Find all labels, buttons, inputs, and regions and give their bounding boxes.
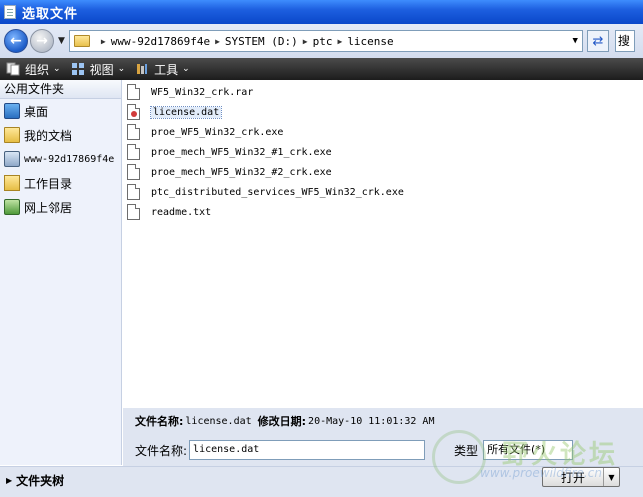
history-dropdown-icon[interactable]: ▼ <box>58 36 65 46</box>
address-bar: ← → ▼ ▶ www-92d17869f4e ▶ SYSTEM (D:) ▶ … <box>0 24 643 58</box>
type-label: 类型 <box>454 443 479 458</box>
organize-menu[interactable]: 组织 ⌄ <box>6 61 61 78</box>
file-icon <box>127 204 140 220</box>
back-button[interactable]: ← <box>4 29 28 53</box>
views-menu[interactable]: 视图 ⌄ <box>71 61 126 78</box>
file-name: license.dat <box>149 105 223 119</box>
bottom-bar: ▶ 文件夹树 打开 ▼ <box>0 466 643 497</box>
sidebar-item-network[interactable]: 网上邻居 <box>0 195 121 219</box>
file-row-selected[interactable]: license.dat <box>123 102 643 122</box>
file-name: proe_mech_WF5_Win32_#1_crk.exe <box>151 146 332 158</box>
tools-icon <box>137 64 148 74</box>
search-input[interactable]: 搜 <box>614 30 635 52</box>
breadcrumb-license[interactable]: license <box>347 35 393 48</box>
forward-arrow-icon: → <box>36 33 48 49</box>
chevron-right-icon[interactable]: ▶ <box>337 37 342 46</box>
info-filename-value: license.dat <box>185 415 252 427</box>
file-row[interactable]: proe_mech_WF5_Win32_#1_crk.exe <box>123 142 643 162</box>
open-options-dropdown-icon[interactable]: ▼ <box>603 468 619 486</box>
file-name: readme.txt <box>151 206 212 218</box>
sidebar-item-documents[interactable]: 我的文档 <box>0 123 121 147</box>
views-icon <box>71 63 84 75</box>
file-icon <box>127 124 140 140</box>
file-row[interactable]: proe_WF5_Win32_crk.exe <box>123 122 643 142</box>
breadcrumb-drive[interactable]: SYSTEM (D:) <box>225 35 298 48</box>
address-dropdown-icon[interactable]: ▼ <box>569 36 582 46</box>
license-file-icon <box>127 104 140 120</box>
file-icon <box>127 184 140 200</box>
chevron-right-icon[interactable]: ▶ <box>215 37 220 46</box>
back-arrow-icon: ← <box>10 33 22 49</box>
chevron-right-icon[interactable]: ▶ <box>303 37 308 46</box>
tools-menu[interactable]: 工具 ⌄ <box>135 61 190 78</box>
sidebar-item-label: 工作目录 <box>24 176 73 191</box>
organize-label: 组织 <box>25 62 50 77</box>
sidebar: 公用文件夹 桌面 我的文档 www-92d17869f4e 工作目录 网上邻居 <box>0 80 122 465</box>
sidebar-item-computer[interactable]: www-92d17869f4e <box>0 147 121 171</box>
file-icon <box>127 84 140 100</box>
file-name: WF5_Win32_crk.rar <box>151 86 254 98</box>
open-button-label: 打开 <box>560 470 585 485</box>
info-filename-label: 文件名称: <box>135 415 184 428</box>
sidebar-item-working-dir[interactable]: 工作目录 <box>0 171 121 195</box>
desktop-icon <box>4 103 20 119</box>
filename-label: 文件名称: <box>135 443 188 458</box>
sidebar-item-label: www-92d17869f4e <box>24 153 115 165</box>
network-icon <box>4 199 20 215</box>
sidebar-header: 公用文件夹 <box>0 80 121 99</box>
computer-icon <box>4 151 20 167</box>
file-type-select[interactable]: 所有文件(*) <box>483 440 574 460</box>
file-icon <box>127 144 140 160</box>
chevron-down-icon: ⌄ <box>117 64 126 74</box>
info-modified-value: 20-May-10 11:01:32 AM <box>308 415 435 427</box>
folder-tree-toggle[interactable]: ▶ 文件夹树 <box>6 472 64 489</box>
chevron-down-icon: ⌄ <box>182 64 190 74</box>
working-dir-icon <box>4 175 20 191</box>
file-row[interactable]: WF5_Win32_crk.rar <box>123 82 643 102</box>
sidebar-item-label: 我的文档 <box>24 128 73 143</box>
file-row[interactable]: readme.txt <box>123 202 643 222</box>
file-name: proe_mech_WF5_Win32_#2_crk.exe <box>151 166 332 178</box>
file-name: ptc_distributed_services_WF5_Win32_crk.e… <box>151 186 404 198</box>
window-icon <box>4 5 16 19</box>
window-title: 选取文件 <box>22 6 79 22</box>
documents-icon <box>4 127 20 143</box>
folder-icon <box>73 35 90 47</box>
organize-icon <box>6 62 20 76</box>
open-button[interactable]: 打开 ▼ <box>542 467 620 487</box>
filename-row: 文件名称: license.dat 类型 所有文件(*) <box>123 434 643 466</box>
file-icon <box>127 164 140 180</box>
chevron-right-icon[interactable]: ▶ <box>101 37 106 46</box>
address-field[interactable]: ▶ www-92d17869f4e ▶ SYSTEM (D:) ▶ ptc ▶ … <box>68 30 583 52</box>
refresh-button[interactable]: ⇄ <box>586 30 609 52</box>
sidebar-item-label: 网上邻居 <box>24 200 73 215</box>
tools-label: 工具 <box>154 62 179 77</box>
filename-input[interactable]: license.dat <box>189 440 426 460</box>
toolbar: 组织 ⌄ 视图 ⌄ 工具 ⌄ <box>0 58 643 80</box>
file-row[interactable]: proe_mech_WF5_Win32_#2_crk.exe <box>123 162 643 182</box>
breadcrumb-computer[interactable]: www-92d17869f4e <box>111 35 210 48</box>
chevron-down-icon: ⌄ <box>53 64 61 74</box>
views-label: 视图 <box>89 62 114 77</box>
breadcrumb-ptc[interactable]: ptc <box>313 35 333 48</box>
sidebar-item-desktop[interactable]: 桌面 <box>0 99 121 123</box>
file-list[interactable]: WF5_Win32_crk.rar license.dat proe_WF5_W… <box>123 80 643 408</box>
file-info-bar: 文件名称: license.dat 修改日期: 20-May-10 11:01:… <box>123 408 643 434</box>
refresh-icon: ⇄ <box>592 33 604 49</box>
sidebar-item-label: 桌面 <box>24 104 49 119</box>
folder-tree-label: 文件夹树 <box>16 474 65 488</box>
forward-button[interactable]: → <box>30 29 54 53</box>
file-row[interactable]: ptc_distributed_services_WF5_Win32_crk.e… <box>123 182 643 202</box>
info-modified-label: 修改日期: <box>257 415 307 428</box>
title-bar: 选取文件 <box>0 0 643 24</box>
file-name: proe_WF5_Win32_crk.exe <box>151 126 284 138</box>
expand-triangle-icon: ▶ <box>6 476 13 485</box>
